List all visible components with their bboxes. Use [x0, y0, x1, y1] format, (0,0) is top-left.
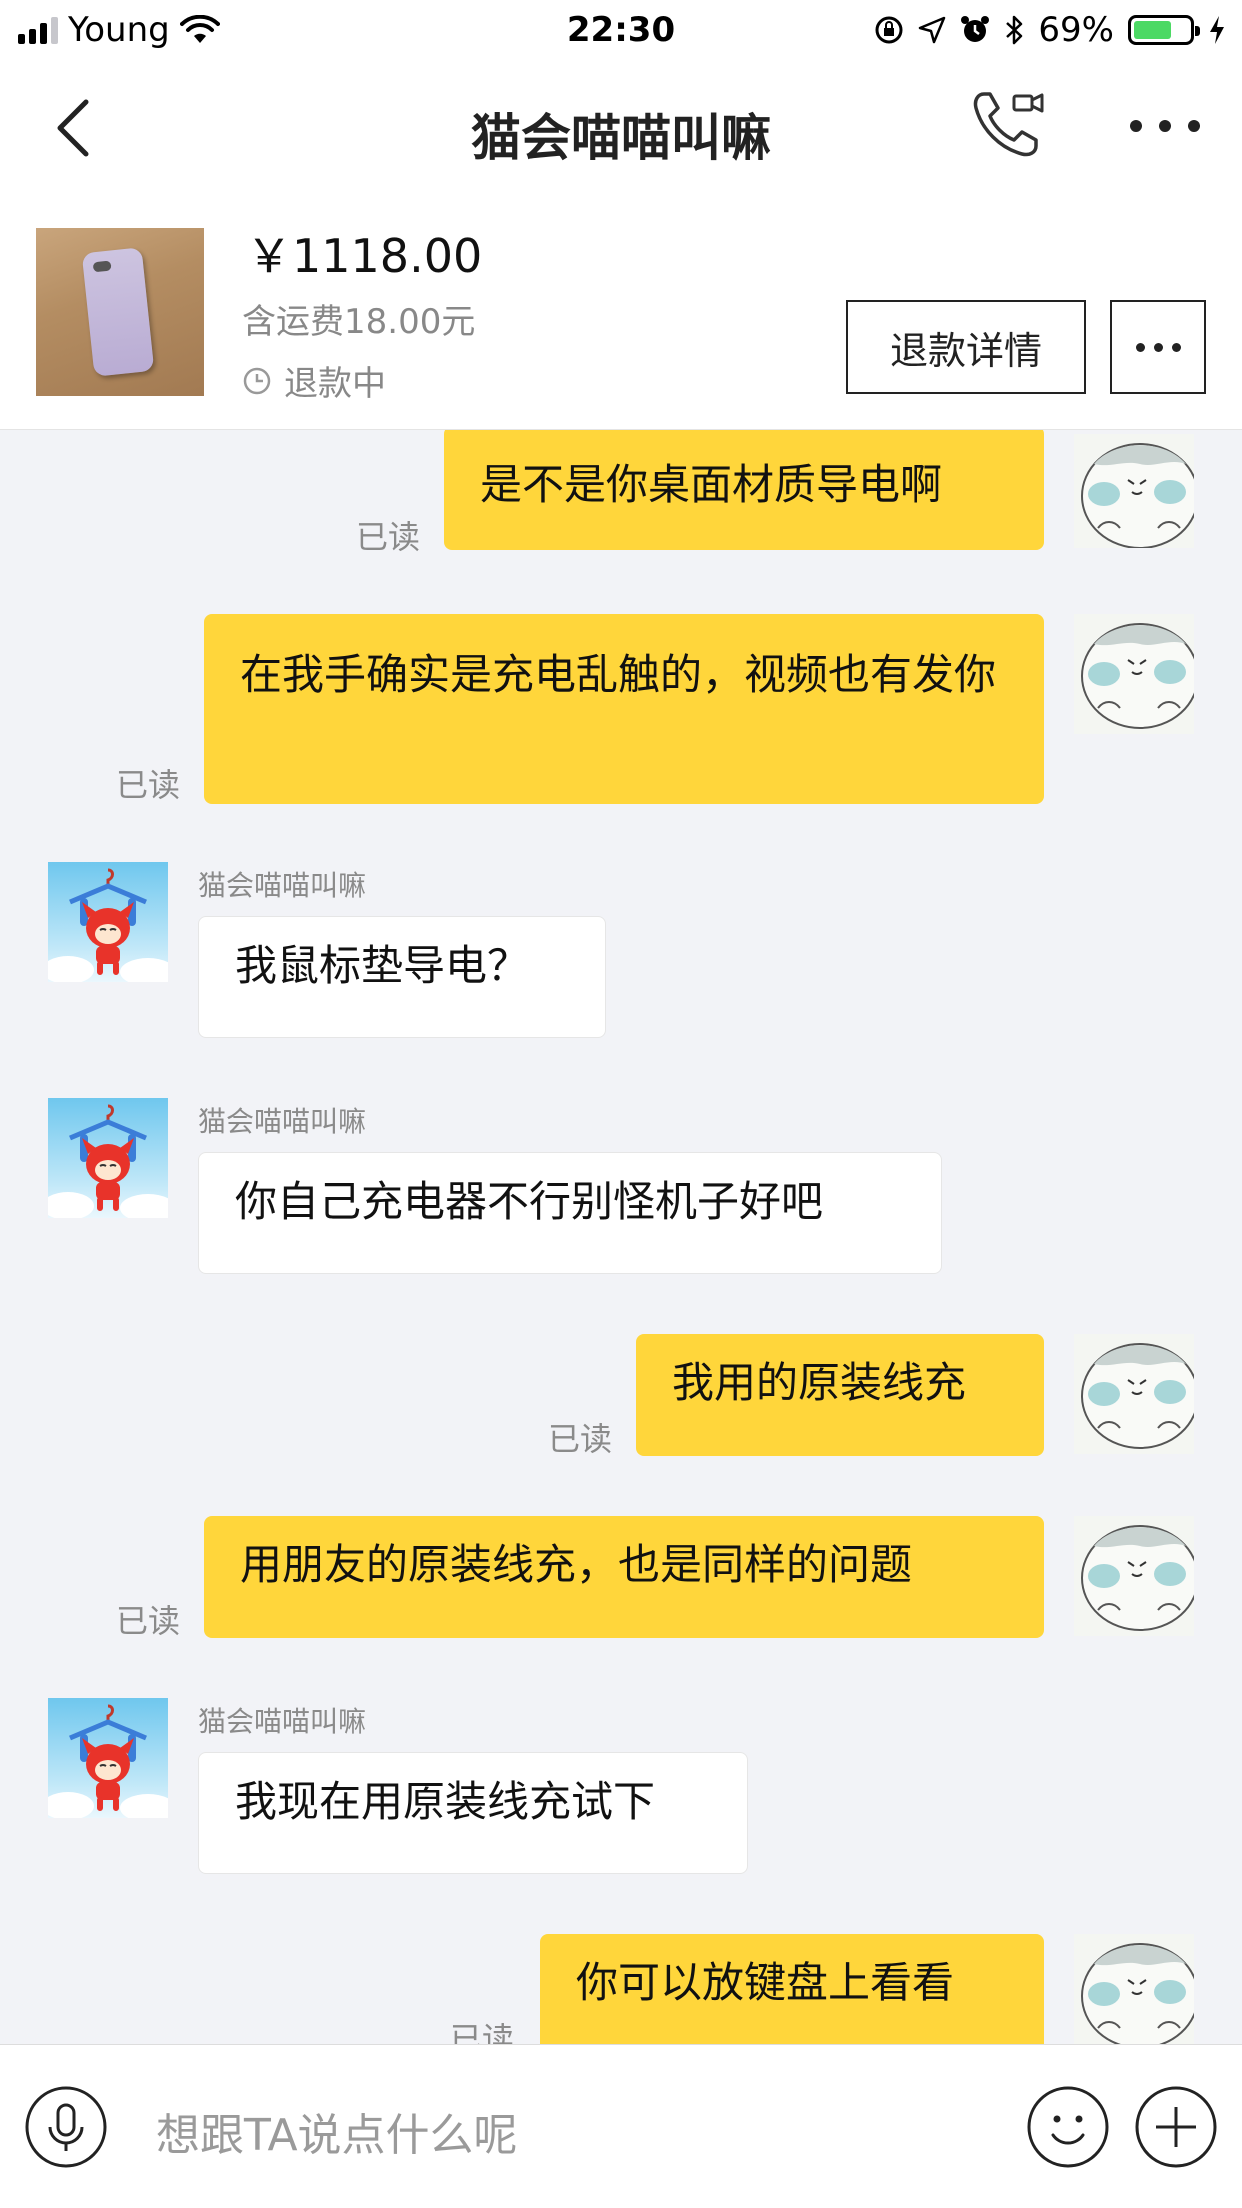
read-receipt: 已读	[548, 1420, 613, 1458]
my-message-bubble[interactable]: 在我手确实是充电乱触的，视频也有发你	[204, 614, 1044, 804]
status-right: 69%	[874, 10, 1226, 50]
shipping-fee: 含运费18.00元	[242, 302, 476, 342]
read-receipt: 已读	[450, 2020, 515, 2044]
alarm-icon	[961, 16, 990, 42]
charging-icon	[1210, 16, 1224, 44]
product-price: ￥1118.00	[246, 229, 483, 283]
sender-name: 猫会喵喵叫嘛	[198, 1105, 367, 1138]
my-message-bubble[interactable]: 是不是你桌面材质导电啊	[444, 430, 1044, 550]
contact-avatar[interactable]	[48, 862, 168, 982]
contact-avatar[interactable]	[48, 1698, 168, 1818]
contact-avatar[interactable]	[48, 1098, 168, 1218]
my-message-bubble[interactable]: 你可以放键盘上看看	[540, 1934, 1044, 2044]
bluetooth-icon	[1006, 15, 1023, 45]
my-message-bubble[interactable]: 我用的原装线充	[636, 1334, 1044, 1456]
page-title: 猫会喵喵叫嘛	[471, 109, 771, 167]
my-avatar[interactable]	[1074, 434, 1194, 548]
their-message-bubble[interactable]: 我现在用原装线充试下	[198, 1752, 748, 1874]
my-avatar[interactable]	[1074, 1334, 1194, 1454]
rotation-lock-icon	[875, 16, 903, 44]
microphone-icon[interactable]	[24, 2085, 108, 2169]
read-receipt: 已读	[356, 518, 421, 556]
call-icon[interactable]	[970, 88, 1044, 160]
my-message-bubble[interactable]: 用朋友的原装线充，也是同样的问题	[204, 1516, 1044, 1638]
input-bar: 想跟TA说点什么呢	[0, 2044, 1242, 2208]
battery-fill	[1134, 21, 1172, 39]
sender-name: 猫会喵喵叫嘛	[198, 869, 367, 902]
refund-details-button[interactable]: 退款详情	[846, 300, 1086, 394]
refund-status: 退款中	[242, 356, 386, 405]
emoji-icon[interactable]	[1026, 2085, 1110, 2169]
their-message-bubble[interactable]: 你自己充电器不行别怪机子好吧	[198, 1152, 942, 1274]
their-message-bubble[interactable]: 我鼠标垫导电？	[198, 916, 606, 1038]
clock-icon	[243, 367, 271, 394]
refund-status-label: 退款中	[284, 364, 386, 404]
status-bar: Young 22:30 69%	[0, 0, 1242, 62]
nav-bar: 猫会喵喵叫嘛	[0, 62, 1242, 190]
my-avatar[interactable]	[1074, 1516, 1194, 1636]
my-avatar[interactable]	[1074, 1934, 1194, 2044]
location-icon	[919, 16, 946, 44]
product-thumbnail[interactable]	[36, 228, 204, 396]
battery-icon	[1128, 15, 1200, 45]
plus-icon[interactable]	[1134, 2085, 1218, 2169]
chat-screen: Young 22:30 69% 猫会喵喵叫嘛 ￥1118.00 含运费18.00…	[0, 0, 1242, 2208]
chat-area[interactable]: 已读 是不是你桌面材质导电啊 已读 在我手确实是充电乱触的，视频也有发你 猫会喵…	[0, 430, 1242, 2044]
message-input[interactable]: 想跟TA说点什么呢	[156, 2099, 518, 2163]
battery-percent: 69%	[1038, 10, 1114, 50]
more-icon[interactable]	[1130, 116, 1200, 136]
my-avatar[interactable]	[1074, 614, 1194, 734]
sender-name: 猫会喵喵叫嘛	[198, 1705, 367, 1738]
read-receipt: 已读	[116, 1602, 181, 1640]
read-receipt: 已读	[116, 766, 181, 804]
product-more-button[interactable]	[1110, 300, 1206, 394]
product-card[interactable]: ￥1118.00 含运费18.00元 退款中 退款详情	[0, 190, 1242, 430]
